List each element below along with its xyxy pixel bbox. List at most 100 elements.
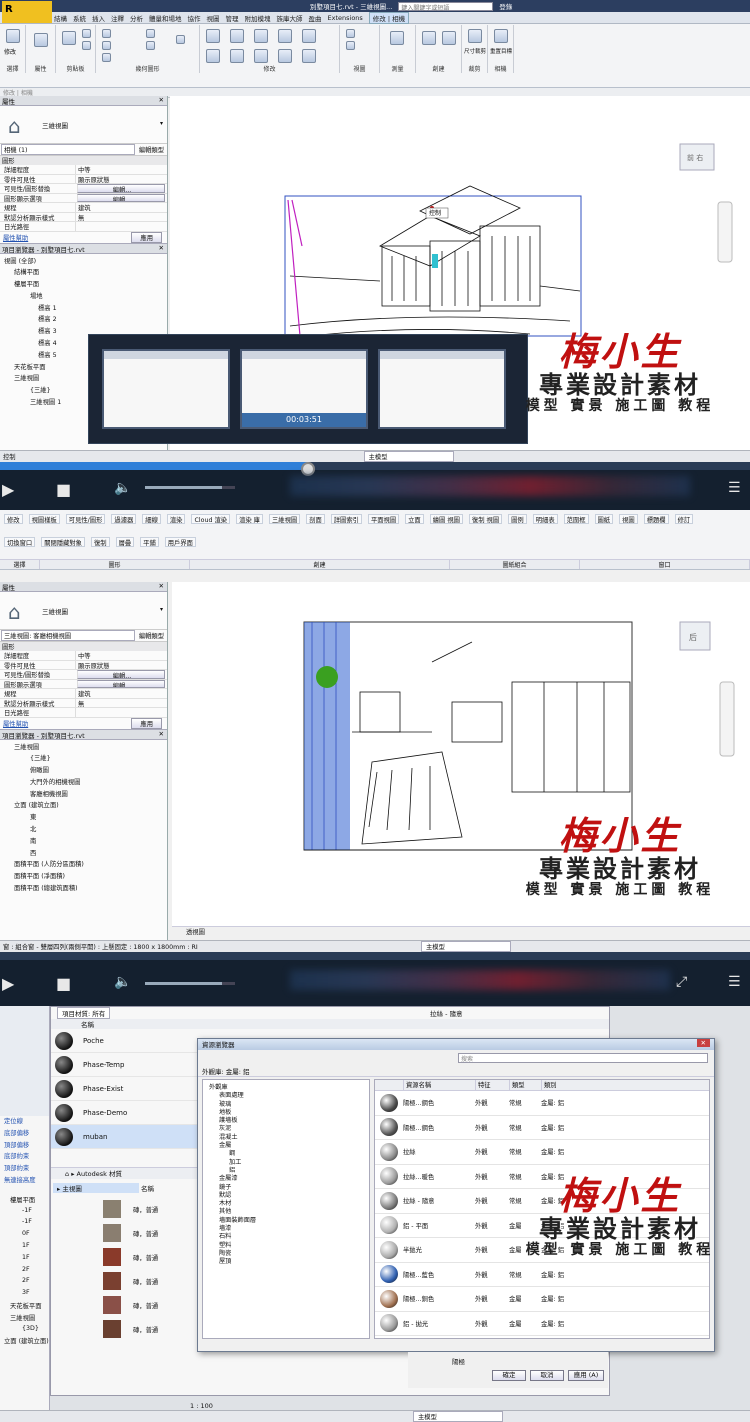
apply-button[interactable]: 應用 <box>131 717 162 729</box>
main-model-select[interactable]: 主模型 <box>363 451 454 462</box>
tree-item[interactable]: 底部偏移 <box>0 1128 49 1140</box>
property-value[interactable]: 無 <box>75 212 167 221</box>
ribbon-button[interactable]: 用戶界面 <box>164 537 196 547</box>
ribbon-button[interactable]: 三維視圖 <box>268 514 301 524</box>
column-header[interactable]: 類別 <box>541 1080 601 1090</box>
tree-item[interactable]: 2F <box>0 1277 49 1289</box>
edit-type-button[interactable]: 編輯類型 <box>136 145 167 154</box>
ribbon-button[interactable]: 詳圖索引 <box>330 514 362 524</box>
tree-item[interactable]: 北 <box>0 824 167 836</box>
tree-item[interactable]: 樓層平面 <box>0 279 167 291</box>
ribbon-button[interactable]: 標題欄 <box>643 514 669 524</box>
asset-row[interactable]: 鋁 - 拋光 外觀 金屬 金屬: 鋁 <box>375 1312 709 1336</box>
close-icon[interactable]: ✕ <box>696 1039 710 1047</box>
tree-item[interactable]: 三維視圖 <box>0 742 167 754</box>
tree-item[interactable]: 西 <box>0 848 167 860</box>
ribbon-tab[interactable]: 附加模塊 <box>245 13 271 23</box>
tree-item[interactable]: -1F <box>0 1207 49 1219</box>
tree-item[interactable]: 面積平面 (人防分區面積) <box>0 859 167 871</box>
ribbon-button[interactable]: 可見性/圖形 <box>65 514 106 524</box>
close-icon[interactable]: ✕ <box>159 96 164 104</box>
tree-item[interactable]: 面積平面 (凈面積) <box>0 871 167 883</box>
crop-size-icon[interactable] <box>468 29 482 43</box>
modify-button[interactable]: 修改 <box>4 47 16 56</box>
tree-item[interactable]: 默認 <box>205 1190 367 1199</box>
thumbnail-1[interactable] <box>102 349 230 429</box>
property-value[interactable]: 編輯... <box>77 679 165 688</box>
tree-item[interactable]: 頂部偏移 <box>0 1140 49 1152</box>
tree-item[interactable]: 三維視圖 <box>0 1313 49 1325</box>
tree-item[interactable]: 0F <box>0 1230 49 1242</box>
material-row[interactable]: Poche <box>51 1029 197 1053</box>
tree-item[interactable]: 標高 1 <box>0 303 167 315</box>
ribbon-tab[interactable]: 體量和場地 <box>149 13 182 23</box>
ribbon-button[interactable]: 關閉隱藏對象 <box>41 537 85 547</box>
material-row[interactable]: Phase-Temp <box>51 1053 197 1077</box>
tree-item[interactable]: 陶瓷 <box>205 1248 367 1257</box>
paste-icon[interactable] <box>62 31 76 45</box>
ribbon-button[interactable]: 層疊 <box>115 537 135 547</box>
tree-item[interactable]: {三維} <box>0 753 167 765</box>
tree-item[interactable]: 地板 <box>205 1107 367 1116</box>
tree-item[interactable]: 木材 <box>205 1198 367 1207</box>
tree-item[interactable]: 屋頂 <box>205 1256 367 1265</box>
ribbon-tab[interactable]: 分析 <box>130 13 143 23</box>
type-selector[interactable]: ⌂ 三維視圖 ▾ <box>0 592 167 630</box>
tree-item[interactable]: 面積平面 (總建筑面積) <box>0 883 167 895</box>
tree-item[interactable]: 鋼 <box>205 1148 367 1157</box>
split-face-icon[interactable] <box>146 41 155 50</box>
ribbon-button[interactable]: 明細表 <box>532 514 558 524</box>
property-value[interactable]: 顯示原狀態 <box>75 174 167 183</box>
tree-item[interactable]: 金屬 <box>205 1140 367 1149</box>
instance-selector[interactable]: 相機 (1) <box>1 144 135 155</box>
play-icon[interactable]: ▶ <box>2 480 14 499</box>
tree-item[interactable]: 大門外的相機視圖 <box>0 777 167 789</box>
tree-item[interactable]: 加工 <box>205 1157 367 1166</box>
play-icon[interactable]: ▶ <box>2 974 14 993</box>
instance-selector[interactable]: 三維視圖: 客廳相機視圖 <box>1 630 135 641</box>
ribbon-button[interactable]: 平鋪 <box>140 537 159 547</box>
ribbon-button[interactable]: 復制 視圖 <box>468 514 503 524</box>
property-value[interactable]: 無 <box>75 698 167 707</box>
ribbon-button[interactable]: 渲染 庫 <box>236 514 263 524</box>
tree-item[interactable]: 俯瞰圖 <box>0 765 167 777</box>
playlist-icon[interactable]: ☰ <box>728 480 741 496</box>
paint-icon[interactable] <box>176 35 185 44</box>
property-value[interactable]: 編輯... <box>77 184 165 193</box>
tree-item[interactable]: 視圖 (全部) <box>0 256 167 268</box>
type-selector[interactable]: ⌂ 三維視圖 ▾ <box>0 106 167 144</box>
ribbon-tab[interactable]: 視圖 <box>207 13 220 23</box>
ribbon-tab[interactable]: 系統 <box>73 13 86 23</box>
ribbon-button[interactable]: Cloud 渲染 <box>191 514 231 524</box>
column-header[interactable]: 特征 <box>475 1080 509 1090</box>
property-value[interactable]: 編輯... <box>77 193 165 202</box>
rotate-icon[interactable] <box>254 49 268 63</box>
create-group-icon[interactable] <box>442 31 456 45</box>
material-row[interactable]: Phase-Demo <box>51 1101 197 1125</box>
cope-icon[interactable] <box>102 29 111 38</box>
volume-slider[interactable] <box>145 982 235 985</box>
main-model-select[interactable]: 主模型 <box>421 941 511 952</box>
tree-item[interactable]: 墻漆 <box>205 1223 367 1232</box>
property-value[interactable] <box>75 708 167 717</box>
tree-item[interactable]: 結構平面 <box>0 267 167 279</box>
asset-row[interactable]: 陽極...藍色 外觀 常規 金屬: 鋁 <box>375 1263 709 1287</box>
asset-row[interactable]: 拉絲 外觀 常規 金屬: 鋁 <box>375 1140 709 1165</box>
ribbon-tab[interactable]: 結構 <box>54 13 67 23</box>
ribbon-button[interactable]: 立面 <box>405 514 424 524</box>
tree-item[interactable]: 鏡子 <box>205 1182 367 1191</box>
asset-row[interactable]: 陽極...鋼色 外觀 常規 金屬: 鋁 <box>375 1116 709 1140</box>
move-icon[interactable] <box>206 49 220 63</box>
edit-type-button[interactable]: 編輯類型 <box>136 631 167 640</box>
copy-icon[interactable] <box>82 41 91 50</box>
tree-item[interactable]: 表面處理 <box>205 1090 367 1099</box>
ribbon-tab[interactable]: 盈曲 <box>309 13 322 23</box>
tree-item[interactable]: 客廳相機視圖 <box>0 789 167 801</box>
column-header[interactable]: 資源名稱 <box>403 1080 475 1090</box>
join-icon[interactable] <box>102 53 111 62</box>
progress-knob[interactable] <box>300 462 315 476</box>
tree-item[interactable]: 2F <box>0 1266 49 1278</box>
tree-item[interactable]: 玻璃 <box>205 1099 367 1108</box>
copy-element-icon[interactable] <box>230 49 244 63</box>
property-value[interactable]: 編輯... <box>77 670 165 679</box>
